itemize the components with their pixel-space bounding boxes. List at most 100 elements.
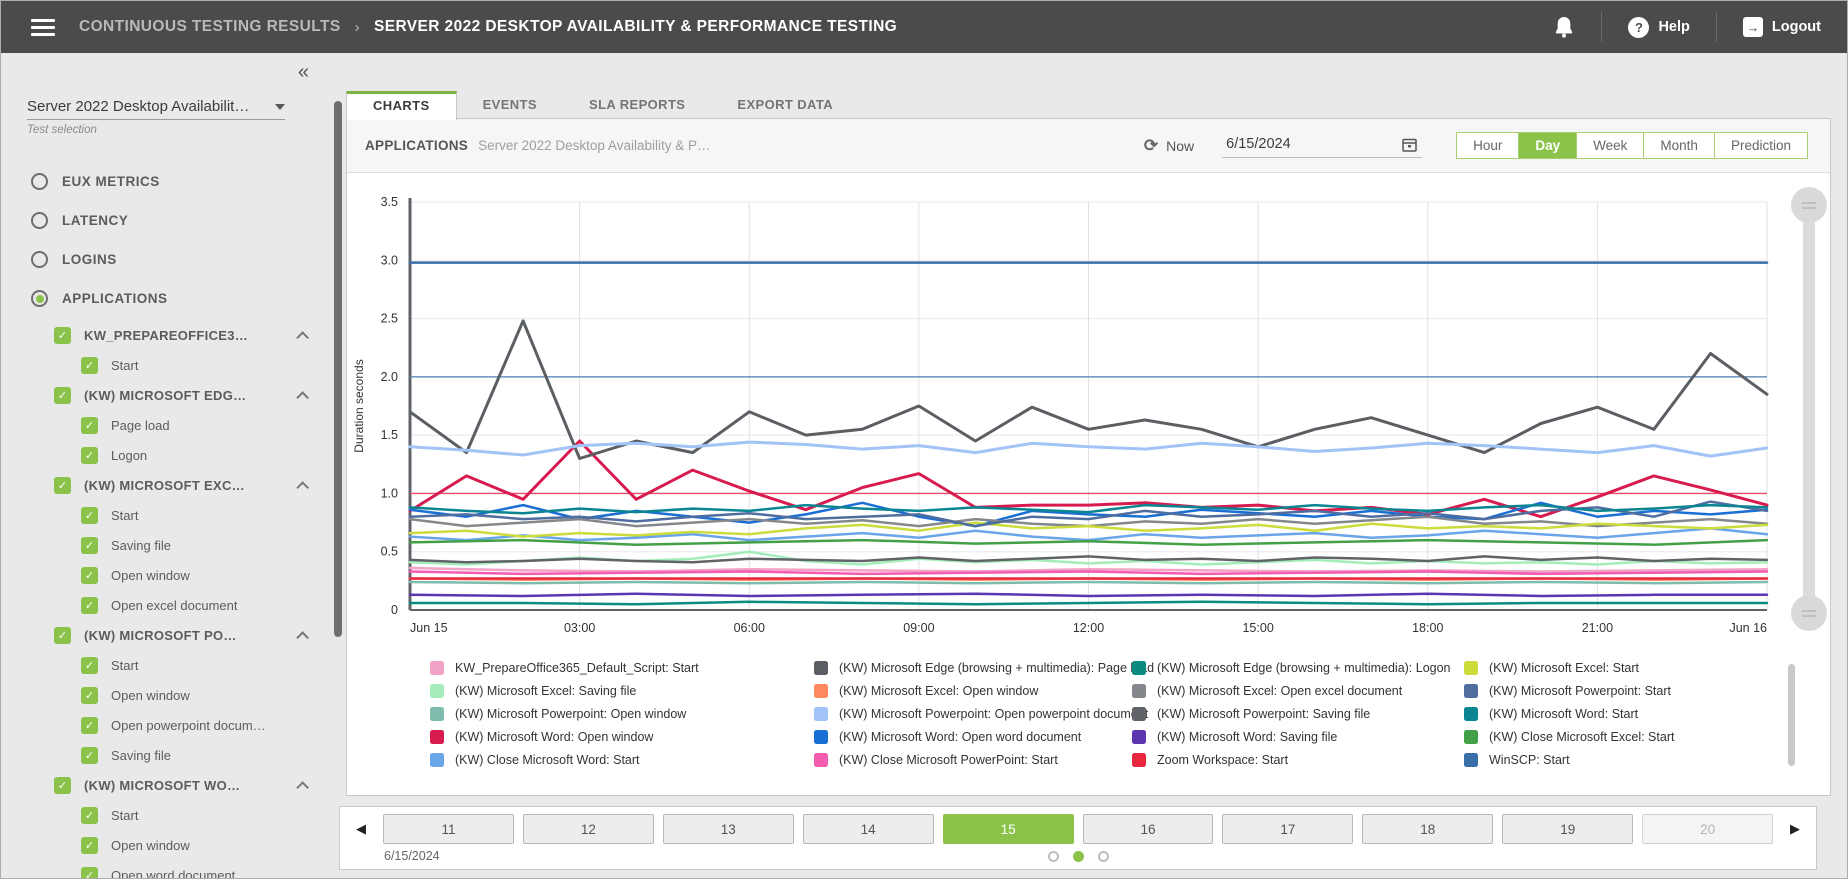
legend-item-kw-microsoft-excel-open-excel-document[interactable]: (KW) Microsoft Excel: Open excel documen… <box>1132 679 1464 702</box>
help-button[interactable]: ? Help <box>1602 1 1715 53</box>
day-button-17[interactable]: 17 <box>1222 814 1353 844</box>
date-input[interactable]: 6/15/2024 <box>1222 134 1422 158</box>
chevron-up-icon[interactable] <box>296 781 309 794</box>
y-zoom-slider-handle-top[interactable] <box>1791 187 1827 223</box>
tree-item-open-window[interactable]: ✓Open window <box>1 560 331 590</box>
tree-item-open-excel-document[interactable]: ✓Open excel document <box>1 590 331 620</box>
legend-item-kw-close-microsoft-word-start[interactable]: (KW) Close Microsoft Word: Start <box>430 748 814 768</box>
tree-item-open-word-document[interactable]: ✓Open word document <box>1 860 331 878</box>
tree-group-kw-microsoft-exc[interactable]: ✓(KW) MICROSOFT EXC… <box>1 470 331 500</box>
tree-item-saving-file[interactable]: ✓Saving file <box>1 530 331 560</box>
legend-item-kw-microsoft-edge-browsing-multimedia-logon[interactable]: (KW) Microsoft Edge (browsing + multimed… <box>1132 656 1464 679</box>
tab-export-data[interactable]: EXPORT DATA <box>711 91 859 120</box>
legend-item-kw-microsoft-word-start[interactable]: (KW) Microsoft Word: Start <box>1464 702 1780 725</box>
logout-button[interactable]: → Logout <box>1717 1 1847 53</box>
collapse-sidebar-icon[interactable]: « <box>298 61 309 83</box>
checkbox-checked-icon[interactable]: ✓ <box>54 477 71 494</box>
tree-item-open-window[interactable]: ✓Open window <box>1 680 331 710</box>
legend-item-kw-close-microsoft-excel-start[interactable]: (KW) Close Microsoft Excel: Start <box>1464 725 1780 748</box>
checkbox-checked-icon[interactable]: ✓ <box>81 657 98 674</box>
legend-item-kw-microsoft-excel-saving-file[interactable]: (KW) Microsoft Excel: Saving file <box>430 679 814 702</box>
checkbox-checked-icon[interactable]: ✓ <box>81 837 98 854</box>
tree-item-start[interactable]: ✓Start <box>1 350 331 380</box>
chevron-up-icon[interactable] <box>296 481 309 494</box>
range-button-day[interactable]: Day <box>1519 133 1577 158</box>
range-button-week[interactable]: Week <box>1577 133 1644 158</box>
tree-group-kw-microsoft-po[interactable]: ✓(KW) MICROSOFT PO… <box>1 620 331 650</box>
sidebar-radio-applications[interactable]: APPLICATIONS <box>1 279 331 318</box>
range-button-month[interactable]: Month <box>1644 133 1715 158</box>
tab-charts[interactable]: CHARTS <box>346 91 457 120</box>
tree-group-kw-microsoft-wo[interactable]: ✓(KW) MICROSOFT WO… <box>1 770 331 800</box>
checkbox-checked-icon[interactable]: ✓ <box>81 447 98 464</box>
notifications-button[interactable] <box>1527 1 1601 53</box>
day-button-13[interactable]: 13 <box>663 814 794 844</box>
tree-item-start[interactable]: ✓Start <box>1 800 331 830</box>
refresh-now-button[interactable]: ⟳ Now <box>1144 136 1194 156</box>
legend-item-winscp-start[interactable]: WinSCP: Start <box>1464 748 1780 768</box>
y-zoom-slider-handle-bottom[interactable] <box>1791 595 1827 631</box>
legend-item-kw-microsoft-excel-start[interactable]: (KW) Microsoft Excel: Start <box>1464 656 1780 679</box>
tree-item-open-powerpoint-docum[interactable]: ✓Open powerpoint docum… <box>1 710 331 740</box>
day-button-15[interactable]: 15 <box>943 814 1074 844</box>
day-button-16[interactable]: 16 <box>1083 814 1214 844</box>
y-zoom-slider-track[interactable] <box>1803 207 1815 614</box>
checkbox-checked-icon[interactable]: ✓ <box>54 387 71 404</box>
chevron-up-icon[interactable] <box>296 391 309 404</box>
legend-item-kw-microsoft-word-open-window[interactable]: (KW) Microsoft Word: Open window <box>430 725 814 748</box>
checkbox-checked-icon[interactable]: ✓ <box>54 777 71 794</box>
breadcrumb-section[interactable]: CONTINUOUS TESTING RESULTS <box>79 18 341 36</box>
tree-item-logon[interactable]: ✓Logon <box>1 440 331 470</box>
day-button-19[interactable]: 19 <box>1502 814 1633 844</box>
previous-days-arrow[interactable]: ◀ <box>348 821 374 837</box>
tab-events[interactable]: EVENTS <box>457 91 563 120</box>
checkbox-checked-icon[interactable]: ✓ <box>81 537 98 554</box>
checkbox-checked-icon[interactable]: ✓ <box>81 357 98 374</box>
checkbox-checked-icon[interactable]: ✓ <box>81 867 98 879</box>
test-selection-dropdown[interactable]: Server 2022 Desktop Availabilit… <box>27 98 285 120</box>
range-button-hour[interactable]: Hour <box>1457 133 1519 158</box>
chevron-up-icon[interactable] <box>296 631 309 644</box>
legend-item-kw-microsoft-powerpoint-saving-file[interactable]: (KW) Microsoft Powerpoint: Saving file <box>1132 702 1464 725</box>
page-dot-3[interactable] <box>1098 851 1109 862</box>
tab-sla-reports[interactable]: SLA REPORTS <box>563 91 711 120</box>
tree-group-kw-prepareoffice3[interactable]: ✓KW_PREPAREOFFICE3… <box>1 320 331 350</box>
checkbox-checked-icon[interactable]: ✓ <box>81 807 98 824</box>
legend-item-kw-microsoft-powerpoint-start[interactable]: (KW) Microsoft Powerpoint: Start <box>1464 679 1780 702</box>
checkbox-checked-icon[interactable]: ✓ <box>81 567 98 584</box>
page-dot-1[interactable] <box>1048 851 1059 862</box>
next-days-arrow[interactable]: ▶ <box>1782 821 1808 837</box>
sidebar-scrollbar[interactable] <box>334 101 342 637</box>
legend-scrollbar[interactable] <box>1788 664 1795 766</box>
tree-item-saving-file[interactable]: ✓Saving file <box>1 740 331 770</box>
page-dot-2[interactable] <box>1073 851 1084 862</box>
tree-item-open-window[interactable]: ✓Open window <box>1 830 331 860</box>
day-button-14[interactable]: 14 <box>803 814 934 844</box>
tree-item-start[interactable]: ✓Start <box>1 650 331 680</box>
legend-item-kw-microsoft-powerpoint-open-window[interactable]: (KW) Microsoft Powerpoint: Open window <box>430 702 814 725</box>
menu-icon[interactable] <box>31 19 55 36</box>
legend-item-kw-prepareoffice365-default-script-start[interactable]: KW_PrepareOffice365_Default_Script: Star… <box>430 656 814 679</box>
sidebar-radio-logins[interactable]: LOGINS <box>1 240 331 279</box>
legend-item-kw-microsoft-edge-browsing-multimedia-page-load[interactable]: (KW) Microsoft Edge (browsing + multimed… <box>814 656 1132 679</box>
checkbox-checked-icon[interactable]: ✓ <box>54 327 71 344</box>
sidebar-radio-latency[interactable]: LATENCY <box>1 201 331 240</box>
checkbox-checked-icon[interactable]: ✓ <box>81 687 98 704</box>
checkbox-checked-icon[interactable]: ✓ <box>81 597 98 614</box>
checkbox-checked-icon[interactable]: ✓ <box>81 747 98 764</box>
sidebar-radio-eux-metrics[interactable]: EUX METRICS <box>1 162 331 201</box>
legend-item-kw-microsoft-excel-open-window[interactable]: (KW) Microsoft Excel: Open window <box>814 679 1132 702</box>
legend-item-kw-microsoft-powerpoint-open-powerpoint-document[interactable]: (KW) Microsoft Powerpoint: Open powerpoi… <box>814 702 1132 725</box>
legend-item-kw-microsoft-word-saving-file[interactable]: (KW) Microsoft Word: Saving file <box>1132 725 1464 748</box>
day-button-12[interactable]: 12 <box>523 814 654 844</box>
checkbox-checked-icon[interactable]: ✓ <box>54 627 71 644</box>
tree-item-start[interactable]: ✓Start <box>1 500 331 530</box>
range-button-prediction[interactable]: Prediction <box>1715 133 1807 158</box>
legend-item-kw-microsoft-word-open-word-document[interactable]: (KW) Microsoft Word: Open word document <box>814 725 1132 748</box>
day-button-11[interactable]: 11 <box>383 814 514 844</box>
checkbox-checked-icon[interactable]: ✓ <box>81 717 98 734</box>
legend-item-kw-close-microsoft-powerpoint-start[interactable]: (KW) Close Microsoft PowerPoint: Start <box>814 748 1132 768</box>
legend-item-zoom-workspace-start[interactable]: Zoom Workspace: Start <box>1132 748 1464 768</box>
checkbox-checked-icon[interactable]: ✓ <box>81 507 98 524</box>
tree-group-kw-microsoft-edg[interactable]: ✓(KW) MICROSOFT EDG… <box>1 380 331 410</box>
